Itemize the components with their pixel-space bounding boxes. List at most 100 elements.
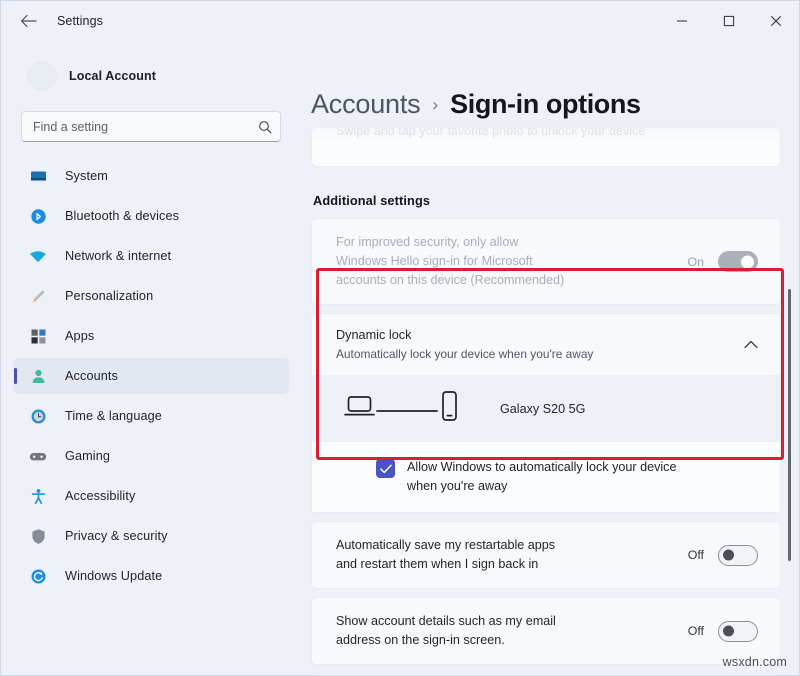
- setting-description: For improved security, only allow Window…: [336, 233, 564, 290]
- sidebar-item-time-language[interactable]: Time & language: [13, 398, 289, 434]
- sidebar-item-label: System: [65, 169, 108, 183]
- sidebar-item-label: Personalization: [65, 289, 153, 303]
- toggle-state-label: Off: [688, 624, 704, 638]
- setting-description: Automatically save my restartable apps a…: [336, 536, 555, 574]
- sidebar-item-system[interactable]: System: [13, 158, 289, 194]
- minimize-icon: [676, 15, 688, 27]
- setting-control: Off: [688, 621, 758, 642]
- device-pairing-graphic: [336, 390, 486, 427]
- close-button[interactable]: [752, 1, 799, 41]
- sidebar-item-windows-update[interactable]: Windows Update: [13, 558, 289, 594]
- settings-content: Swipe and tap your favorite photo to unl…: [311, 41, 781, 675]
- sidebar-item-network-internet[interactable]: Network & internet: [13, 238, 289, 274]
- accessibility-icon: [27, 488, 49, 505]
- title-bar: Settings: [1, 1, 799, 41]
- dynamic-lock-subtitle: Automatically lock your device when you'…: [336, 346, 593, 362]
- dynamic-lock-text: Dynamic lock Automatically lock your dev…: [336, 327, 593, 362]
- setting-card-restartable-apps: Automatically save my restartable apps a…: [311, 521, 781, 589]
- sidebar-item-label: Bluetooth & devices: [65, 209, 179, 223]
- dynamic-lock-checkbox-row[interactable]: Allow Windows to automatically lock your…: [312, 441, 780, 512]
- update-icon: [27, 568, 49, 585]
- search-icon: [258, 120, 272, 134]
- network-wifi-icon: [27, 248, 49, 265]
- setting-control: On: [687, 251, 758, 272]
- dynamic-lock-title: Dynamic lock: [336, 327, 593, 344]
- sidebar: Local Account: [1, 41, 301, 675]
- toggle-state-label: On: [687, 255, 704, 269]
- section-title-additional-settings: Additional settings: [313, 193, 781, 208]
- setting-row: For improved security, only allow Window…: [312, 219, 780, 304]
- phone-icon: [438, 390, 460, 427]
- sidebar-item-label: Time & language: [65, 409, 162, 423]
- gamepad-icon: [27, 448, 49, 465]
- main-pane: Swipe and tap your favorite photo to unl…: [301, 41, 799, 675]
- system-icon: [27, 168, 49, 185]
- setting-row: Use my sign-in info to automatically fin…: [312, 674, 780, 675]
- setting-card-show-account-details: Show account details such as my email ad…: [311, 597, 781, 665]
- scrolled-away-card-text: Swipe and tap your favorite photo to unl…: [336, 127, 645, 138]
- sidebar-nav: System Bluetooth & devices: [13, 156, 289, 675]
- sidebar-item-apps[interactable]: Apps: [13, 318, 289, 354]
- chevron-up-icon[interactable]: [744, 340, 758, 349]
- window-body: Local Account: [1, 41, 799, 675]
- toggle-knob: [741, 255, 754, 268]
- paired-device-name: Galaxy S20 5G: [500, 402, 585, 416]
- checkmark-icon: [380, 464, 392, 474]
- account-block[interactable]: Local Account: [13, 41, 289, 109]
- scrolled-away-card: Swipe and tap your favorite photo to unl…: [311, 127, 781, 167]
- setting-card-signin-info-after-update: Use my sign-in info to automatically fin…: [311, 673, 781, 675]
- accounts-person-icon: [27, 368, 49, 385]
- toggle-switch[interactable]: [718, 545, 758, 566]
- search-input[interactable]: [21, 111, 281, 142]
- laptop-icon: [344, 393, 376, 424]
- sidebar-item-label: Accessibility: [65, 489, 135, 503]
- window-controls: [658, 1, 799, 41]
- toggle-switch[interactable]: [718, 251, 758, 272]
- sidebar-item-personalization[interactable]: Personalization: [13, 278, 289, 314]
- paintbrush-icon: [27, 288, 49, 305]
- toggle-state-label: Off: [688, 548, 704, 562]
- sidebar-item-label: Apps: [65, 329, 94, 343]
- scrollbar[interactable]: [785, 89, 795, 661]
- maximize-button[interactable]: [705, 1, 752, 41]
- setting-row: Automatically save my restartable apps a…: [312, 522, 780, 588]
- setting-description: Show account details such as my email ad…: [336, 612, 556, 650]
- allow-auto-lock-checkbox[interactable]: [376, 459, 395, 478]
- setting-control: Off: [688, 545, 758, 566]
- search-box: [21, 111, 281, 142]
- sidebar-item-gaming[interactable]: Gaming: [13, 438, 289, 474]
- sidebar-item-accounts[interactable]: Accounts: [13, 358, 289, 394]
- toggle-switch[interactable]: [718, 621, 758, 642]
- minimize-button[interactable]: [658, 1, 705, 41]
- sidebar-item-label: Gaming: [65, 449, 110, 463]
- shield-icon: [27, 528, 49, 545]
- apps-icon: [27, 328, 49, 345]
- account-name: Local Account: [69, 69, 156, 83]
- back-arrow-icon: [20, 14, 37, 28]
- scrollbar-thumb[interactable]: [788, 289, 791, 561]
- settings-window: Settings Local Acc: [0, 0, 800, 676]
- sidebar-item-label: Accounts: [65, 369, 118, 383]
- close-icon: [770, 15, 782, 27]
- setting-row: Show account details such as my email ad…: [312, 598, 780, 664]
- sidebar-item-label: Network & internet: [65, 249, 171, 263]
- sidebar-item-privacy-security[interactable]: Privacy & security: [13, 518, 289, 554]
- maximize-icon: [723, 15, 735, 27]
- connection-line-icon: [376, 400, 438, 418]
- bluetooth-icon: [27, 208, 49, 225]
- sidebar-item-accessibility[interactable]: Accessibility: [13, 478, 289, 514]
- watermark: wsxdn.com: [723, 655, 787, 669]
- sidebar-item-bluetooth-devices[interactable]: Bluetooth & devices: [13, 198, 289, 234]
- allow-auto-lock-label: Allow Windows to automatically lock your…: [407, 458, 676, 496]
- dynamic-lock-header[interactable]: Dynamic lock Automatically lock your dev…: [312, 314, 780, 375]
- dynamic-lock-card: Dynamic lock Automatically lock your dev…: [311, 313, 781, 513]
- avatar-icon: [27, 61, 57, 91]
- dynamic-lock-device-row: Galaxy S20 5G: [312, 375, 780, 441]
- sidebar-item-label: Privacy & security: [65, 529, 168, 543]
- window-title: Settings: [57, 14, 103, 28]
- toggle-knob: [723, 626, 734, 637]
- setting-card-windows-hello-only: For improved security, only allow Window…: [311, 218, 781, 305]
- sidebar-item-label: Windows Update: [65, 569, 162, 583]
- clock-icon: [27, 408, 49, 425]
- back-button[interactable]: [11, 6, 45, 36]
